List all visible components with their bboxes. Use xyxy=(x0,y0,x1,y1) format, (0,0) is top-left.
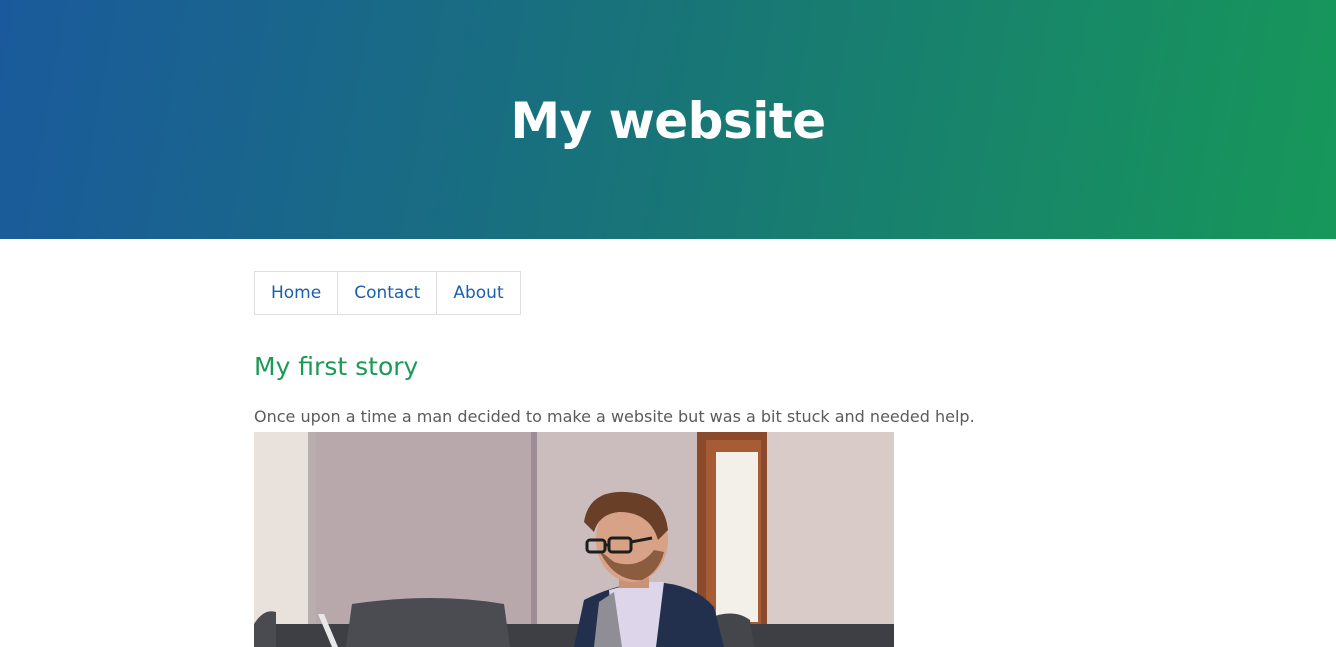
story-title: My first story xyxy=(254,352,419,381)
site-title: My website xyxy=(510,92,826,150)
story-text: Once upon a time a man decided to make a… xyxy=(254,407,975,426)
hero-banner: My website xyxy=(0,0,1336,239)
story-photo xyxy=(254,432,894,647)
nav-item-home[interactable]: Home xyxy=(255,272,339,314)
nav-item-contact[interactable]: Contact xyxy=(338,272,438,314)
nav-item-about[interactable]: About xyxy=(437,272,519,314)
main-nav: Home Contact About xyxy=(254,271,521,315)
